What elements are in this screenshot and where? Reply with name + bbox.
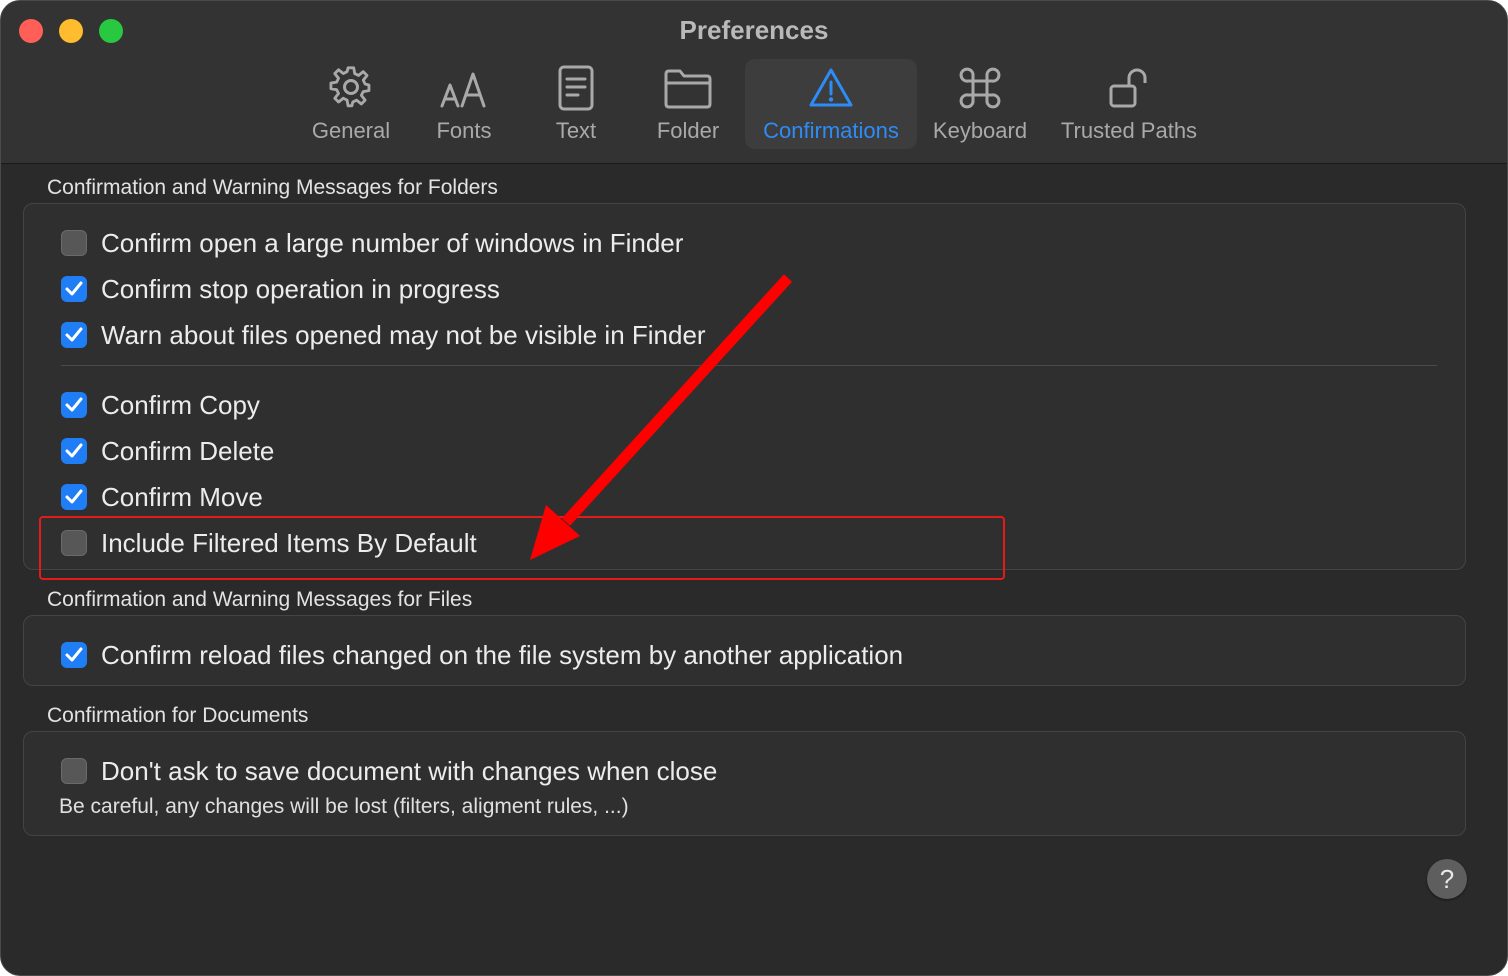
- option-confirm-delete[interactable]: Confirm Delete: [61, 434, 274, 468]
- checkbox-checked[interactable]: [61, 438, 87, 464]
- checkbox-unchecked[interactable]: [61, 230, 87, 256]
- section-title-folders: Confirmation and Warning Messages for Fo…: [47, 176, 498, 199]
- option-confirm-open-many-windows[interactable]: Confirm open a large number of windows i…: [61, 226, 683, 260]
- checkbox-checked[interactable]: [61, 642, 87, 668]
- tab-confirmations[interactable]: Confirmations: [745, 59, 917, 149]
- option-confirm-copy[interactable]: Confirm Copy: [61, 388, 260, 422]
- checkbox-checked[interactable]: [61, 322, 87, 348]
- checkbox-checked[interactable]: [61, 276, 87, 302]
- annotation-highlight-box: [39, 516, 1005, 580]
- section-title-documents: Confirmation for Documents: [47, 704, 309, 727]
- checkbox-unchecked[interactable]: [61, 758, 87, 784]
- title-bar: Preferences General Fonts Text Folder Co…: [1, 1, 1507, 164]
- checkmark-icon: [65, 443, 83, 458]
- options-divider: [61, 365, 1437, 366]
- checkmark-icon: [65, 397, 83, 412]
- tab-fonts[interactable]: Fonts: [419, 59, 509, 149]
- checkmark-icon: [65, 489, 83, 504]
- option-confirm-move[interactable]: Confirm Move: [61, 480, 263, 514]
- help-button[interactable]: ?: [1427, 859, 1467, 899]
- gear-icon: [329, 59, 373, 117]
- window-title: Preferences: [679, 15, 829, 45]
- fonts-icon: [439, 59, 489, 117]
- checkmark-icon: [65, 281, 83, 296]
- tab-text[interactable]: Text: [531, 59, 621, 149]
- option-confirm-stop-operation[interactable]: Confirm stop operation in progress: [61, 272, 500, 306]
- unlock-icon: [1107, 59, 1151, 117]
- documents-warning-note: Be careful, any changes will be lost (fi…: [59, 795, 629, 818]
- option-dont-ask-save-document[interactable]: Don't ask to save document with changes …: [61, 754, 717, 788]
- tab-general[interactable]: General: [301, 59, 401, 149]
- folder-icon: [663, 59, 713, 117]
- option-warn-files-not-visible[interactable]: Warn about files opened may not be visib…: [61, 318, 706, 352]
- document-icon: [556, 59, 596, 117]
- checkmark-icon: [65, 327, 83, 342]
- section-title-files: Confirmation and Warning Messages for Fi…: [47, 588, 473, 611]
- command-icon: [958, 59, 1002, 117]
- option-confirm-reload-files[interactable]: Confirm reload files changed on the file…: [61, 638, 903, 672]
- checkbox-checked[interactable]: [61, 392, 87, 418]
- checkbox-checked[interactable]: [61, 484, 87, 510]
- preferences-toolbar: General Fonts Text Folder Confirmations …: [1, 59, 1507, 149]
- tab-folder[interactable]: Folder: [643, 59, 733, 149]
- preferences-window: Preferences General Fonts Text Folder Co…: [0, 0, 1508, 976]
- tab-keyboard[interactable]: Keyboard: [927, 59, 1033, 149]
- tab-trusted-paths[interactable]: Trusted Paths: [1053, 59, 1205, 149]
- warning-icon: [808, 59, 854, 117]
- checkmark-icon: [65, 647, 83, 662]
